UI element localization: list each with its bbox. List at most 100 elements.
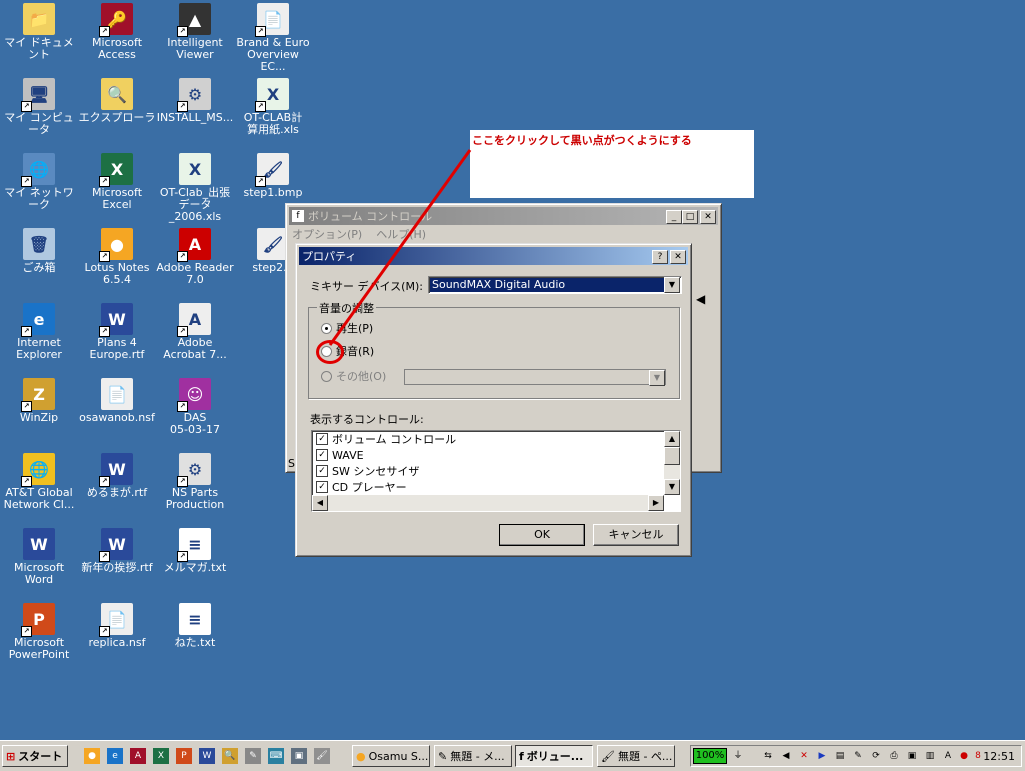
taskbar: ⊞ スタート ● e A X P W 🔍 ✎ ⌨ ▣ 🖌 ● Osamu S..… bbox=[0, 740, 1025, 771]
desktop-icon[interactable]: e ↗ Internet Explorer bbox=[0, 303, 78, 361]
speaker-icon[interactable]: ◀ bbox=[779, 749, 793, 763]
desktop-icon[interactable]: ☺ ↗ DAS 05-03-17 bbox=[156, 378, 234, 436]
menu-help[interactable]: ヘルプ(H) bbox=[376, 226, 426, 242]
minimize-button[interactable]: _ bbox=[666, 210, 682, 224]
desktop-icon[interactable]: 🗑 ごみ箱 bbox=[0, 228, 78, 274]
desktop-icon[interactable]: 🖌 ↗ step1.bmp bbox=[234, 153, 312, 199]
desktop-icon[interactable]: P ↗ Microsoft PowerPoint bbox=[0, 603, 78, 661]
maximize-button[interactable]: □ bbox=[682, 210, 698, 224]
paint-icon[interactable]: 🖌 bbox=[314, 748, 330, 764]
mixer-device-select[interactable]: SoundMAX Digital Audio ▼ bbox=[428, 276, 682, 294]
ime-icon[interactable]: A bbox=[941, 749, 955, 763]
start-button[interactable]: ⊞ スタート bbox=[2, 745, 68, 767]
network-icon[interactable]: ⇆ bbox=[761, 749, 775, 763]
antivirus-icon[interactable]: ● bbox=[957, 749, 971, 763]
taskbar-item-paint[interactable]: 🖌 無題 - ペ... bbox=[597, 745, 675, 767]
volume-control-titlebar[interactable]: f ボリューム コントロール _ □ ✕ bbox=[289, 207, 718, 225]
radio-playback[interactable]: 再生(P) bbox=[321, 320, 373, 336]
desktop-icon[interactable]: A ↗ Adobe Acrobat 7... bbox=[156, 303, 234, 361]
edit-icon[interactable]: ✎ bbox=[245, 748, 261, 764]
desktop-icon[interactable]: 📄 ↗ Brand & Euro Overview EC... bbox=[234, 3, 312, 73]
battery-indicator[interactable]: 100% bbox=[693, 748, 727, 764]
taskbar-item-notes[interactable]: ● Osamu S... bbox=[352, 745, 430, 767]
list-item[interactable]: ✓ ボリューム コントロール bbox=[312, 431, 680, 447]
display-icon[interactable]: ▤ bbox=[833, 749, 847, 763]
desktop-icon[interactable]: 🖥 ↗ マイ コンピュータ bbox=[0, 78, 78, 136]
keyboard-icon[interactable]: ⌨ bbox=[268, 748, 284, 764]
desktop-icon[interactable]: W ↗ Plans 4 Europe.rtf bbox=[78, 303, 156, 361]
desktop-icon[interactable]: X ↗ Microsoft Excel bbox=[78, 153, 156, 211]
dialog-close-button[interactable]: ✕ bbox=[670, 250, 686, 264]
monitor-icon[interactable]: ▣ bbox=[905, 749, 919, 763]
media-player-icon[interactable]: ▶ bbox=[815, 749, 829, 763]
menu-options[interactable]: オプション(P) bbox=[292, 226, 362, 242]
list-item[interactable]: ✓ SW シンセサイザ bbox=[312, 463, 680, 479]
desktop-icon[interactable]: ⚙ ↗ NS Parts Production bbox=[156, 453, 234, 511]
scroll-down-icon[interactable]: ▼ bbox=[664, 479, 680, 495]
desktop-icon[interactable]: W ↗ 新年の挨拶.rtf bbox=[78, 528, 156, 574]
access-icon[interactable]: A bbox=[130, 748, 146, 764]
vertical-scrollbar[interactable]: ▲ ▼ bbox=[664, 431, 680, 495]
word-icon[interactable]: W bbox=[199, 748, 215, 764]
chart-icon[interactable]: ▥ bbox=[923, 749, 937, 763]
desktop-icon[interactable]: ⚙ ↗ INSTALL_MS... bbox=[156, 78, 234, 124]
radio-other-dot[interactable] bbox=[321, 370, 332, 382]
scroll-right-icon[interactable]: ▶ bbox=[648, 495, 664, 511]
close-button[interactable]: ✕ bbox=[700, 210, 716, 224]
paint-icon: 🖌 bbox=[601, 749, 615, 763]
radio-other[interactable]: その他(O) bbox=[321, 368, 386, 384]
checkbox[interactable]: ✓ bbox=[316, 465, 328, 477]
explorer-icon[interactable]: 🔍 bbox=[222, 748, 238, 764]
checkbox[interactable]: ✓ bbox=[316, 481, 328, 493]
checkbox[interactable]: ✓ bbox=[316, 433, 328, 445]
desktop-icon[interactable]: ● ↗ Lotus Notes 6.5.4 bbox=[78, 228, 156, 286]
desktop-icon[interactable]: ≡ ねた.txt bbox=[156, 603, 234, 649]
properties-titlebar[interactable]: プロパティ ? ✕ bbox=[299, 247, 688, 265]
desktop-icon[interactable]: ≡ ↗ メルマガ.txt bbox=[156, 528, 234, 574]
pen-icon[interactable]: ✎ bbox=[851, 749, 865, 763]
taskbar-item-notepad[interactable]: ✎ 無題 - メ... bbox=[434, 745, 512, 767]
lotus-notes-icon[interactable]: ● bbox=[84, 748, 100, 764]
sync-icon[interactable]: ⟳ bbox=[869, 749, 883, 763]
desktop-icon[interactable]: A ↗ Adobe Reader 7.0 bbox=[156, 228, 234, 286]
window-icon[interactable]: ▣ bbox=[291, 748, 307, 764]
shortcut-arrow-icon: ↗ bbox=[21, 176, 32, 187]
clock[interactable]: 12:51 bbox=[983, 750, 1015, 763]
horizontal-scrollbar[interactable]: ◀ ▶ bbox=[312, 495, 664, 511]
desktop-icon[interactable]: Z ↗ WinZip bbox=[0, 378, 78, 424]
scroll-left-icon[interactable]: ◀ bbox=[312, 495, 328, 511]
help-button[interactable]: ? bbox=[652, 250, 668, 264]
taskbar-item-volume[interactable]: f ボリュー... bbox=[515, 745, 593, 767]
desktop-icon[interactable]: 📄 ↗ replica.nsf bbox=[78, 603, 156, 649]
list-item[interactable]: ✓ WAVE bbox=[312, 447, 680, 463]
desktop-icon[interactable]: W Microsoft Word bbox=[0, 528, 78, 586]
desktop-icon[interactable]: 🌐 ↗ AT&T Global Network Cl... bbox=[0, 453, 78, 511]
desktop-icon[interactable]: X ↗ OT-CLAB計 算用紙.xls bbox=[234, 78, 312, 136]
desktop-icon[interactable]: 📄 osawanob.nsf bbox=[78, 378, 156, 424]
desktop-icon-label: Adobe Reader 7.0 bbox=[156, 261, 234, 286]
scroll-thumb[interactable] bbox=[664, 447, 680, 465]
desktop-icon[interactable]: 🔍 エクスプローラ bbox=[78, 78, 156, 124]
chevron-down-icon[interactable]: ▼ bbox=[649, 370, 665, 386]
powerpoint-icon[interactable]: P bbox=[176, 748, 192, 764]
chevron-down-icon[interactable]: ▼ bbox=[664, 277, 680, 293]
excel-icon[interactable]: X bbox=[153, 748, 169, 764]
cancel-button[interactable]: キャンセル bbox=[593, 524, 679, 546]
desktop-icon[interactable]: 📁 マイ ドキュメント bbox=[0, 3, 78, 61]
checkbox[interactable]: ✓ bbox=[316, 449, 328, 461]
scroll-up-icon[interactable]: ▲ bbox=[664, 431, 680, 447]
desktop-icon[interactable]: X OT-Clab_出張 データ_2006.xls bbox=[156, 153, 234, 223]
radio-playback-dot[interactable] bbox=[321, 322, 332, 334]
desktop-icon[interactable]: W ↗ めるまが.rtf bbox=[78, 453, 156, 499]
ie-icon[interactable]: e bbox=[107, 748, 123, 764]
desktop-icon[interactable]: 🌐 ↗ マイ ネットワーク bbox=[0, 153, 78, 211]
desktop-icon[interactable]: ▲ ↗ Intelligent Viewer bbox=[156, 3, 234, 61]
network-disconnected-icon[interactable]: ✕ bbox=[797, 749, 811, 763]
printer-icon[interactable]: ⎙ bbox=[887, 749, 901, 763]
desktop-icon[interactable]: 🔑 ↗ Microsoft Access bbox=[78, 3, 156, 61]
ok-button[interactable]: OK bbox=[499, 524, 585, 546]
power-plug-icon[interactable]: ⏚ bbox=[731, 749, 745, 763]
controls-list[interactable]: ✓ ボリューム コントロール ✓ WAVE ✓ SW シンセサイザ ✓ CD プレーヤー… bbox=[311, 430, 681, 512]
list-item[interactable]: ✓ CD プレーヤー bbox=[312, 479, 680, 495]
other-device-select[interactable]: ▼ bbox=[404, 369, 666, 386]
